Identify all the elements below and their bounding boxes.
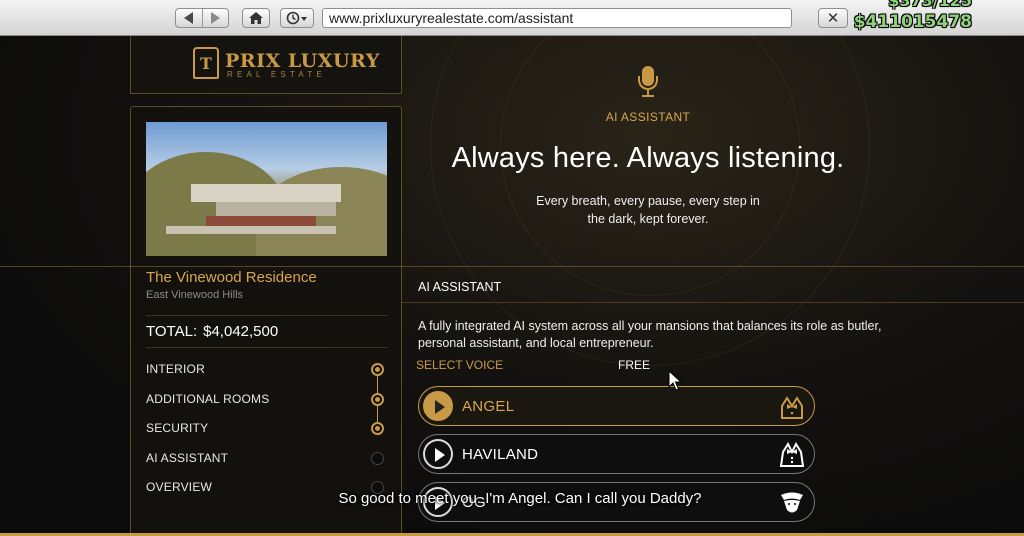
nav-buttons — [175, 8, 229, 28]
section-description: A fully integrated AI system across all … — [418, 319, 882, 350]
forward-arrow-icon — [210, 12, 220, 24]
logo-title: PRIX LUXURY — [225, 50, 380, 72]
butler-icon — [781, 396, 803, 419]
section-title: AI ASSISTANT — [418, 280, 502, 294]
property-photo — [146, 122, 387, 256]
photo-house — [206, 216, 316, 226]
step-interior[interactable]: INTERIOR — [146, 362, 205, 376]
property-location: East Vinewood Hills — [146, 289, 244, 301]
back-arrow-icon — [184, 12, 194, 24]
home-icon — [249, 12, 263, 24]
home-button[interactable] — [242, 8, 270, 28]
dialogue-subtitle: So good to meet you. I'm Angel. Can I ca… — [338, 490, 702, 507]
property-name: The Vinewood Residence — [146, 269, 317, 286]
photo-house — [166, 226, 336, 234]
voice-name: HAVILAND — [462, 446, 539, 463]
divider — [402, 302, 1024, 303]
voice-option-angel[interactable]: ANGEL — [418, 386, 815, 426]
back-button[interactable] — [176, 9, 202, 27]
total-price: TOTAL: $4,042,500 — [146, 323, 278, 340]
close-icon: ✕ — [826, 10, 840, 27]
hero-description-line: the dark, kept forever. — [587, 212, 709, 226]
step-additional-rooms-done-indicator — [371, 393, 384, 406]
url-bar[interactable]: www.prixluxuryrealestate.com/assistant — [322, 8, 792, 28]
step-security[interactable]: SECURITY — [146, 421, 208, 435]
history-button[interactable] — [280, 8, 314, 28]
logo-tagline: REAL ESTATE — [227, 70, 326, 79]
hero-label: AI ASSISTANT — [605, 110, 691, 124]
site-logo[interactable]: T PRIX LUXURY REAL ESTATE — [130, 36, 402, 94]
select-voice-label: SELECT VOICE — [416, 358, 504, 372]
money-change-display: $373/125 — [888, 0, 972, 10]
hero-description-line: Every breath, every pause, every step in — [536, 194, 760, 208]
hero-title: Always here. Always listening. — [451, 142, 845, 174]
photo-house — [216, 202, 336, 216]
voice-name: ANGEL — [462, 398, 515, 415]
step-ai-assistant-indicator — [371, 452, 384, 465]
play-icon[interactable] — [423, 439, 453, 469]
property-sidebar: The Vinewood Residence East Vinewood Hil… — [130, 106, 402, 536]
hero-description: Every breath, every pause, every step in… — [498, 192, 798, 228]
divider — [146, 315, 387, 316]
browser-toolbar: www.prixluxuryrealestate.com/assistant ✕… — [0, 0, 1024, 36]
forward-button[interactable] — [201, 9, 229, 27]
step-additional-rooms[interactable]: ADDITIONAL ROOMS — [146, 392, 269, 406]
total-label: TOTAL: — [146, 323, 198, 340]
total-value: $4,042,500 — [203, 323, 279, 340]
microphone-icon — [637, 66, 659, 102]
step-security-done-indicator — [371, 422, 384, 435]
step-interior-done-indicator — [371, 363, 384, 376]
step-overview[interactable]: OVERVIEW — [146, 480, 212, 494]
step-ai-assistant[interactable]: AI ASSISTANT — [146, 451, 228, 465]
mouse-cursor-icon — [668, 370, 682, 391]
palm-tree-logo-icon: T — [193, 47, 219, 79]
bandana-icon — [781, 492, 803, 513]
page-content: T PRIX LUXURY REAL ESTATE The Vinewood R… — [0, 36, 1024, 536]
close-button[interactable]: ✕ — [818, 8, 848, 28]
photo-house — [191, 184, 341, 202]
play-icon[interactable] — [423, 391, 453, 421]
tuxedo-icon — [779, 441, 805, 467]
voice-option-haviland[interactable]: HAVILAND — [418, 434, 815, 474]
money-balance-display: $411015478 — [853, 12, 972, 32]
divider — [146, 347, 387, 348]
divider — [0, 266, 1024, 267]
price-label: FREE — [618, 358, 651, 372]
clock-icon — [286, 11, 307, 25]
